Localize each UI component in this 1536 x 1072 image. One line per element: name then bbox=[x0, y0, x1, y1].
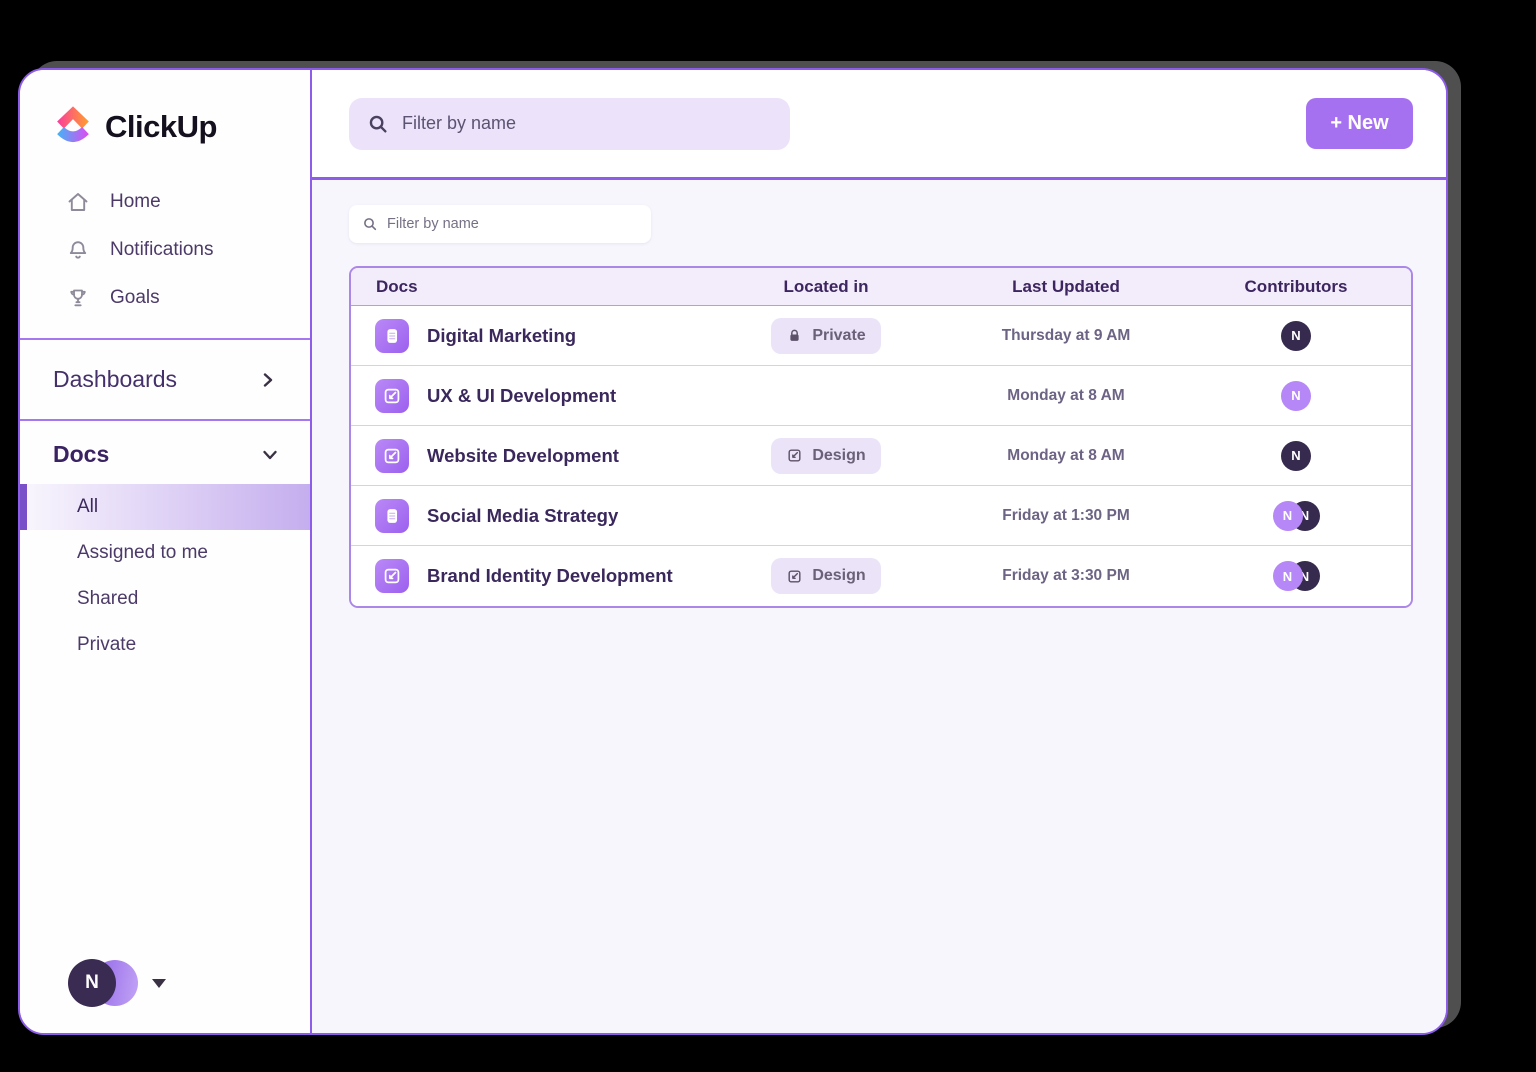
column-header: Docs bbox=[376, 276, 418, 296]
location-badge[interactable]: Private bbox=[771, 317, 881, 354]
located-in-cell: Design bbox=[701, 558, 951, 594]
location-label: Private bbox=[812, 326, 866, 344]
table-row[interactable]: Social Media Strategy Friday at 1:30 PM N N bbox=[351, 486, 1411, 546]
doc-name-cell: UX & UI Development bbox=[351, 378, 701, 413]
contributor-avatar[interactable]: N bbox=[1272, 500, 1303, 531]
table-header-row: Docs Located in Last Updated Contributors bbox=[351, 268, 1411, 306]
search-icon bbox=[369, 115, 387, 133]
user-avatar[interactable]: N bbox=[68, 959, 116, 1007]
lock-icon bbox=[786, 327, 803, 344]
table-row[interactable]: Digital Marketing Private Thursday at 9 AM… bbox=[351, 306, 1411, 366]
doc-name-cell: Digital Marketing bbox=[351, 318, 701, 353]
whiteboard-icon bbox=[375, 438, 409, 473]
last-updated-cell: Friday at 3:30 PM bbox=[1002, 567, 1130, 584]
whiteboard-icon bbox=[786, 447, 803, 464]
main-panel: + New Docs Located in Last Updated Contribu… bbox=[312, 70, 1446, 1033]
docs-title: Docs bbox=[53, 441, 110, 467]
chevron-right-icon bbox=[263, 372, 273, 387]
doc-title[interactable]: Brand Identity Development bbox=[427, 565, 673, 587]
doc-title[interactable]: UX & UI Development bbox=[427, 385, 616, 407]
clickup-logo: ClickUp bbox=[20, 70, 310, 174]
filter-by-name-input[interactable] bbox=[402, 113, 772, 134]
last-updated-cell: Thursday at 9 AM bbox=[1001, 326, 1131, 344]
location-label: Design bbox=[812, 567, 866, 584]
doc-title[interactable]: Social Media Strategy bbox=[427, 505, 618, 527]
docs-item-assigned-to-me[interactable]: Assigned to me bbox=[20, 530, 310, 576]
caret-down-icon[interactable] bbox=[152, 978, 166, 988]
sidebar-item-notifications[interactable]: Notifications bbox=[20, 226, 310, 274]
sidebar-item-dashboards[interactable]: Dashboards bbox=[20, 338, 310, 421]
located-in-cell: Design bbox=[701, 437, 951, 474]
chevron-down-icon bbox=[263, 450, 277, 459]
located-in-cell: Private bbox=[701, 317, 951, 354]
sidebar: ClickUp Home Notifications Goals Dashboard… bbox=[20, 70, 312, 1033]
document-icon bbox=[375, 318, 409, 353]
location-label: Design bbox=[812, 446, 866, 464]
contributors-cell: NN bbox=[1181, 500, 1411, 531]
contributors-cell: N bbox=[1181, 380, 1411, 411]
dashboards-label: Dashboards bbox=[53, 366, 178, 392]
sidebar-item-label: Notifications bbox=[110, 239, 214, 260]
docs-item-shared[interactable]: Shared bbox=[20, 576, 310, 622]
docs-item-all[interactable]: All bbox=[20, 484, 310, 530]
contributors-cell: N bbox=[1181, 320, 1411, 351]
sidebar-item-goals[interactable]: Goals bbox=[20, 274, 310, 322]
topbar-filter bbox=[349, 97, 790, 150]
topbar: + New bbox=[312, 70, 1446, 180]
column-header: Located in bbox=[783, 276, 869, 296]
whiteboard-icon bbox=[375, 559, 409, 593]
doc-title[interactable]: Website Development bbox=[427, 445, 619, 467]
sidebar-item-label: Goals bbox=[110, 287, 160, 308]
app-window: ClickUp Home Notifications Goals Dashboard… bbox=[18, 68, 1448, 1035]
contributor-avatar[interactable]: N bbox=[1272, 561, 1303, 591]
last-updated-cell: Friday at 1:30 PM bbox=[1002, 506, 1130, 524]
doc-title[interactable]: Digital Marketing bbox=[427, 325, 576, 347]
sidebar-item-docs[interactable]: Docs bbox=[20, 441, 310, 484]
whiteboard-icon bbox=[375, 378, 409, 413]
contributors-cell: NN bbox=[1181, 561, 1411, 591]
column-header: Last Updated bbox=[1012, 276, 1120, 296]
whiteboard-icon bbox=[786, 568, 803, 585]
search-icon bbox=[364, 218, 377, 231]
notifications-icon bbox=[66, 238, 90, 262]
home-icon bbox=[66, 190, 90, 214]
contributor-avatar[interactable]: N bbox=[1281, 380, 1311, 411]
contributor-avatar[interactable]: N bbox=[1281, 320, 1311, 351]
sidebar-docs-section: Docs All Assigned to me Shared Private bbox=[20, 421, 310, 668]
docs-item-private[interactable]: Private bbox=[20, 622, 310, 668]
sidebar-item-label: Home bbox=[110, 191, 161, 212]
table-row[interactable]: Brand Identity Development Design Friday a… bbox=[351, 546, 1411, 606]
location-badge[interactable]: Design bbox=[771, 437, 881, 474]
sidebar-item-home[interactable]: Home bbox=[20, 178, 310, 226]
last-updated-cell: Monday at 8 AM bbox=[1007, 446, 1125, 464]
table-row[interactable]: UX & UI Development Monday at 8 AM N bbox=[351, 366, 1411, 426]
docs-subitems: All Assigned to me Shared Private bbox=[20, 484, 310, 668]
user-menu[interactable]: N bbox=[68, 959, 166, 1007]
doc-name-cell: Brand Identity Development bbox=[351, 559, 701, 593]
contributor-avatar[interactable]: N bbox=[1281, 440, 1311, 471]
content-area: Docs Located in Last Updated Contributors D… bbox=[312, 180, 1446, 1033]
goals-icon bbox=[66, 286, 90, 310]
contributors-cell: N bbox=[1181, 440, 1411, 471]
location-badge[interactable]: Design bbox=[771, 558, 881, 594]
table-filter bbox=[349, 205, 651, 243]
sidebar-nav: Home Notifications Goals bbox=[20, 174, 310, 338]
clickup-logo-icon bbox=[57, 106, 89, 143]
doc-name-cell: Website Development bbox=[351, 438, 701, 473]
new-button[interactable]: + New bbox=[1306, 98, 1413, 149]
last-updated-cell: Monday at 8 AM bbox=[1007, 386, 1125, 404]
table-row[interactable]: Website Development Design Monday at 8 AM N bbox=[351, 426, 1411, 486]
table-body: Digital Marketing Private Thursday at 9 AM… bbox=[351, 306, 1411, 606]
doc-name-cell: Social Media Strategy bbox=[351, 498, 701, 533]
brand-name: ClickUp bbox=[105, 109, 217, 144]
document-icon bbox=[375, 498, 409, 533]
docs-table: Docs Located in Last Updated Contributors D… bbox=[349, 266, 1413, 608]
column-header: Contributors bbox=[1244, 276, 1348, 296]
table-filter-input[interactable] bbox=[387, 216, 638, 232]
